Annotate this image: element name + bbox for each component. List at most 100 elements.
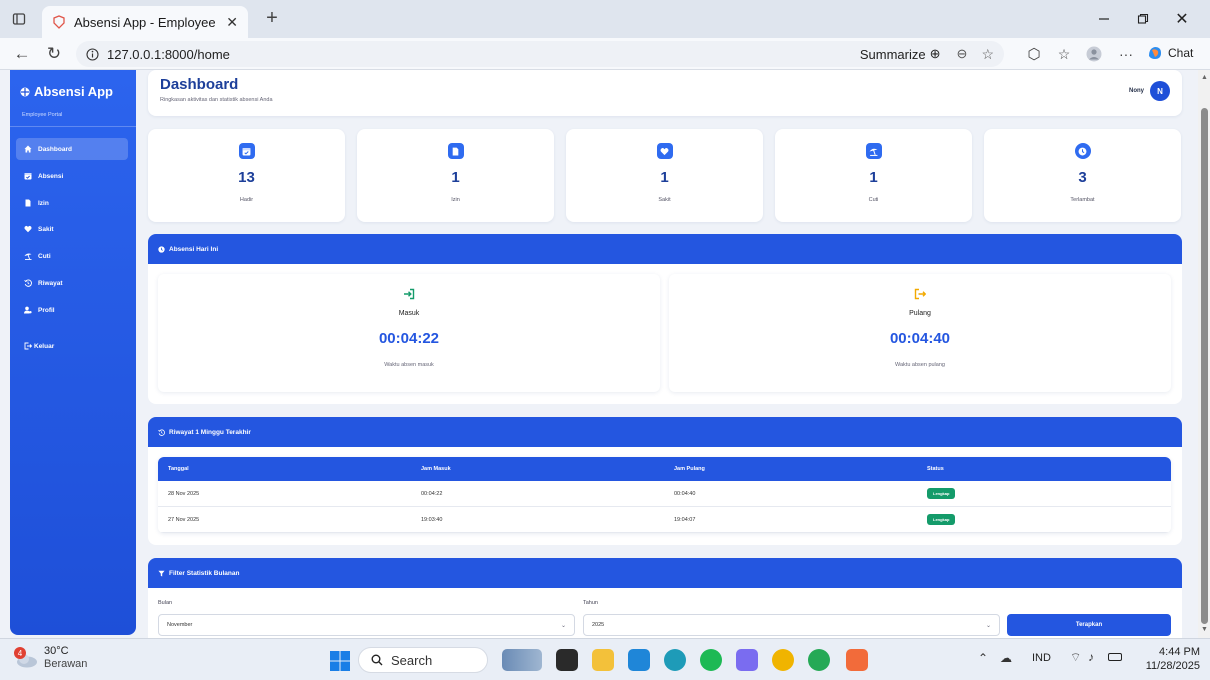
search-icon [371,654,383,666]
scroll-down-icon[interactable]: ▼ [1201,626,1208,633]
stat-value: 13 [238,169,255,186]
chrome-icon[interactable] [772,649,794,671]
favorite-star-icon[interactable]: ☆ [981,46,994,63]
browser-tab[interactable]: Absensi App - Employee Portal ✕ [42,6,248,38]
check-in-note: Waktu absen masuk [384,362,434,368]
favorites-icon[interactable]: ☆ [1054,44,1074,64]
sidebar-item-izin[interactable]: Izin [16,192,128,214]
page-scrollbar[interactable]: ▲ ▼ [1198,70,1210,638]
check-out-cell: 19:04:07 [674,516,696,523]
main-content: Dashboard Ringkasan aktivitas dan statis… [148,70,1182,638]
heartbeat-icon [656,143,673,159]
history-header: Riwayat 1 Minggu Terakhir [148,417,1182,447]
stat-card-sakit: 1 Sakit [566,129,763,222]
weather-widget[interactable]: 4 30°C Berawan [14,645,87,671]
page-header: Dashboard Ringkasan aktivitas dan statis… [148,70,1182,116]
year-select[interactable]: 2025 ⌄ [583,614,1000,636]
refresh-icon[interactable]: ↻ [44,44,64,64]
close-tab-icon[interactable]: ✕ [226,14,238,31]
copilot-chat-button[interactable]: Chat [1146,44,1193,62]
file-icon [24,199,32,207]
sidebar-item-profil[interactable]: Profil [16,299,128,321]
onedrive-icon[interactable]: ☁ [1000,651,1012,665]
sidebar-item-dashboard[interactable]: Dashboard [16,138,128,160]
summarize-label: Summarize [859,46,926,62]
edge-icon[interactable] [664,649,686,671]
copilot-icon [1146,44,1164,62]
status-badge: Lengkap [927,488,956,499]
taskbar-search[interactable]: Search [358,647,488,673]
extensions-icon[interactable]: ⬡ [1024,44,1044,64]
sidebar-item-riwayat[interactable]: Riwayat [16,272,128,294]
minimize-icon[interactable] [1094,10,1114,28]
profile-icon[interactable] [1084,44,1104,64]
calendar-check-icon [238,143,255,159]
show-hidden-icons-icon[interactable]: ⌃ [978,651,988,665]
tab-actions-icon[interactable] [10,10,28,28]
wifi-icon[interactable]: ⌔ [1070,650,1081,665]
check-in-card: Masuk 00:04:22 Waktu absen masuk [158,274,660,392]
user-menu[interactable]: Nony N [1129,81,1170,101]
browser-tab-bar: Absensi App - Employee Portal ✕ + ✕ [0,0,1210,38]
windows-start-icon[interactable] [330,651,350,671]
scroll-up-icon[interactable]: ▲ [1201,74,1208,81]
site-info-icon[interactable] [86,47,99,61]
copilot-app-icon[interactable] [736,649,758,671]
task-view-icon[interactable] [556,649,578,671]
battery-icon[interactable] [1108,653,1122,661]
panel-title: Filter Statistik Bulanan [169,569,240,577]
check-in-cell: 19:03:40 [421,516,443,523]
spotify-icon[interactable] [700,649,722,671]
calendar-check-icon [24,172,32,180]
month-select[interactable]: November ⌄ [158,614,575,636]
scrollbar-thumb[interactable] [1201,108,1208,624]
close-window-icon[interactable]: ✕ [1172,10,1192,28]
history-table: Tanggal Jam Masuk Jam Pulang Status 28 N… [158,457,1171,533]
volume-icon[interactable]: ♪ [1088,650,1094,664]
status-cell: Lengkap [917,488,1170,499]
language-indicator[interactable]: IND [1032,652,1051,664]
table-header-row: Tanggal Jam Masuk Jam Pulang Status [158,457,1171,481]
file-explorer-icon[interactable] [592,649,614,671]
column-header: Jam Pulang [674,466,705,472]
apply-button[interactable]: Terapkan [1007,614,1171,636]
sidebar-item-absensi[interactable]: Absensi [16,165,128,187]
sidebar-item-cuti[interactable]: Cuti [16,245,128,267]
avatar: N [1150,81,1170,101]
tab-title: Absensi App - Employee Portal [74,14,218,30]
sidebar-item-label: Izin [38,199,49,207]
stat-card-izin: 1 Izin [357,129,554,222]
zoom-icon[interactable]: ⊖ [957,46,968,62]
date-text: 11/28/2025 [1145,660,1200,672]
new-tab-icon[interactable]: + [262,7,282,29]
sign-out-icon [24,342,32,350]
time-text: 4:44 PM [1159,646,1200,658]
widgets-app-icon[interactable] [502,649,542,671]
heartbeat-icon [24,225,32,233]
restore-icon[interactable] [1133,10,1153,28]
sidebar-item-sakit[interactable]: Sakit [16,218,128,240]
column-header: Tanggal [168,466,189,472]
stat-value: 1 [869,169,878,186]
clock-widget[interactable]: 4:44 PM 11/28/2025 [1140,645,1200,673]
chevron-down-icon: ⌄ [560,623,566,629]
page-subtitle: Ringkasan aktivitas dan statistik absens… [160,97,273,103]
more-menu-icon[interactable]: ··· [1116,44,1136,64]
sidebar-item-keluar[interactable]: Keluar [16,335,128,357]
xampp-icon[interactable] [846,649,868,671]
sign-in-icon [403,288,415,300]
sidebar-item-label: Cuti [38,252,51,260]
clock-icon [158,245,165,253]
brand[interactable]: Absensi App [20,84,113,99]
address-bar[interactable]: 127.0.0.1:8000/home Summarize ⊕ ⊖ ☆ [76,41,1004,67]
stat-label: Cuti [868,197,879,203]
summarize-button[interactable]: Summarize ⊕ [860,46,941,62]
vscode-icon[interactable] [628,649,650,671]
whatsapp-icon[interactable] [808,649,830,671]
status-badge: Lengkap [927,514,956,525]
today-attendance-header: Absensi Hari Ini [148,234,1182,264]
sidebar-item-label: Dashboard [38,145,72,153]
chat-label: Chat [1168,46,1194,60]
check-in-time: 00:04:22 [378,330,440,347]
back-icon[interactable]: ← [12,44,32,64]
